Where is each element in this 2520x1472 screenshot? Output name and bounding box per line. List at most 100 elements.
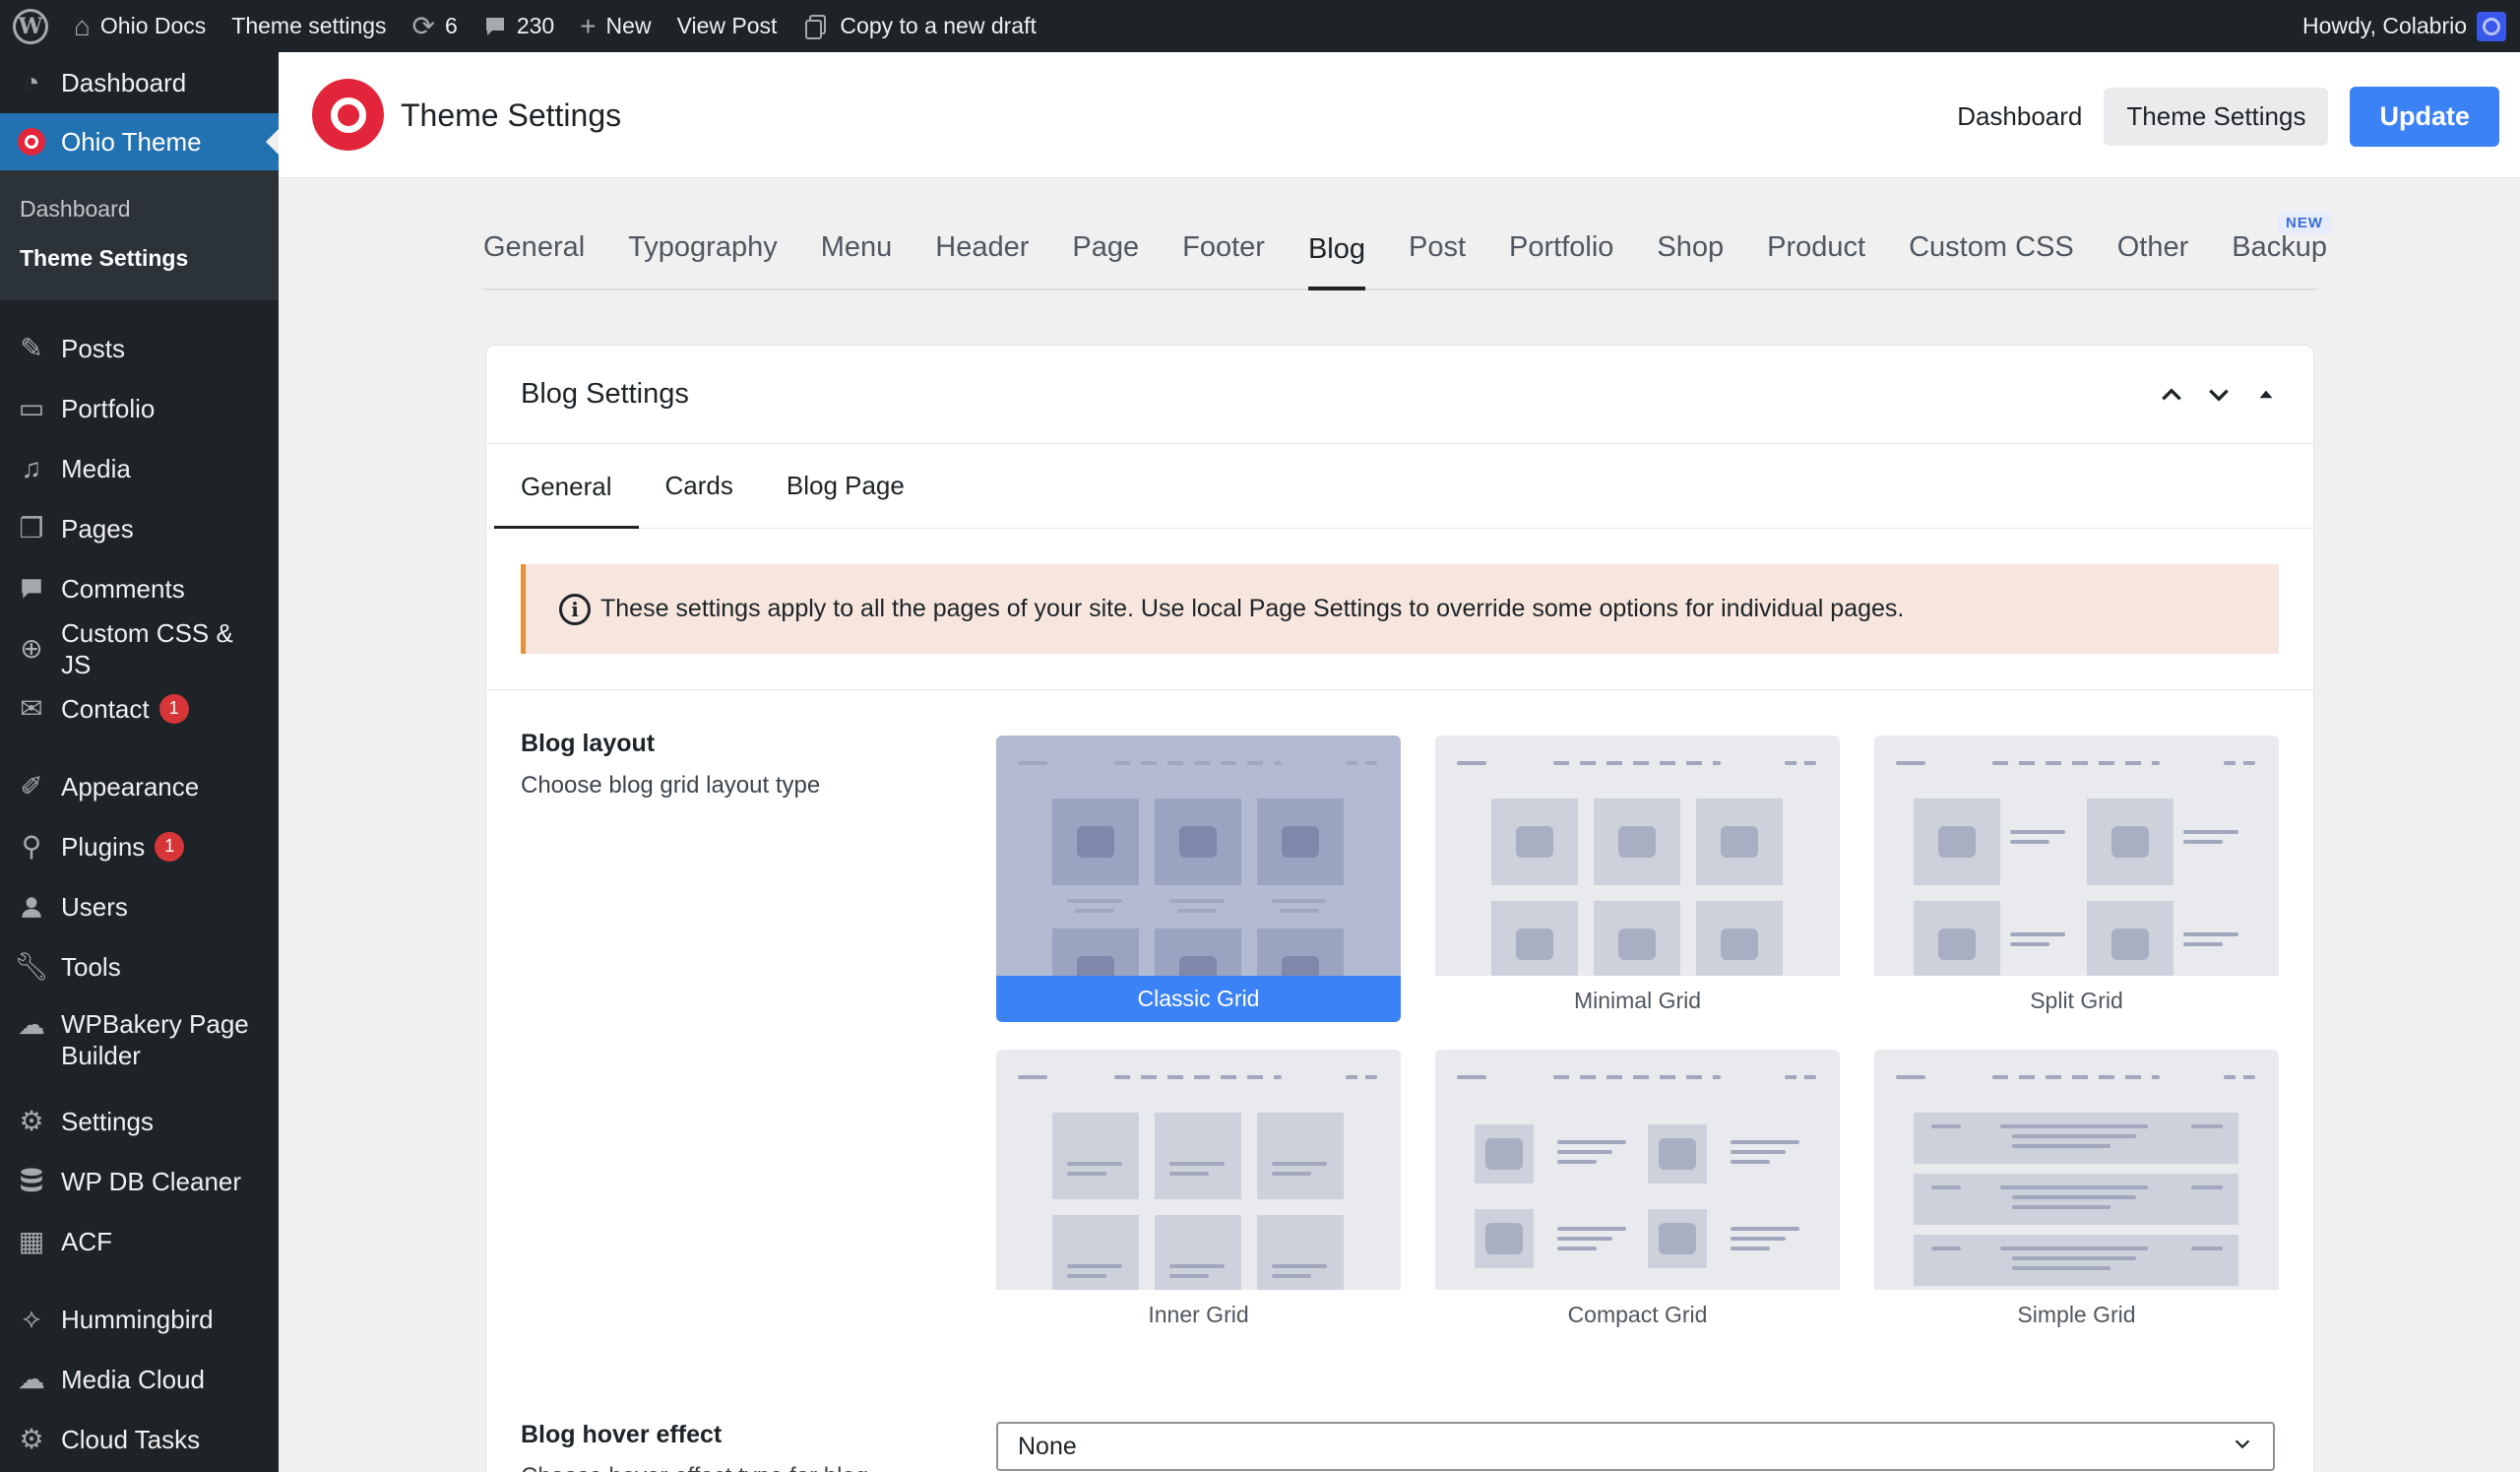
sidebar-item-media[interactable]: ♫ Media bbox=[0, 438, 279, 498]
select-value: None bbox=[1018, 1432, 1077, 1460]
layout-option-split-grid[interactable]: Split Grid bbox=[1874, 736, 2279, 1014]
layout-preview bbox=[1874, 1050, 2279, 1290]
comments-link[interactable]: 230 bbox=[471, 0, 567, 52]
settings-header: Theme Settings Dashboard Theme Settings … bbox=[279, 52, 2520, 178]
settings-icon: ⚙ bbox=[19, 1106, 44, 1136]
sidebar-item-wp-db-cleaner[interactable]: WP DB Cleaner bbox=[0, 1151, 279, 1211]
tab-custom-css[interactable]: Custom CSS bbox=[1909, 231, 2074, 288]
sidebar-item-hummingbird[interactable]: ⟡ Hummingbird bbox=[0, 1289, 279, 1349]
sidebar-item-comments[interactable]: Comments bbox=[0, 558, 279, 618]
header-nav: Dashboard Theme Settings Update bbox=[1957, 87, 2499, 147]
sidebar-item-wpbakery[interactable]: ☁ WPBakery Page Builder bbox=[0, 996, 279, 1091]
tab-post[interactable]: Post bbox=[1409, 231, 1466, 288]
sidebar-item-label: WP DB Cleaner bbox=[61, 1166, 242, 1196]
collapse-icon[interactable] bbox=[2253, 382, 2279, 408]
sidebar-item-cloud-tasks[interactable]: ⚙ Cloud Tasks bbox=[0, 1409, 279, 1469]
admin-bar: W ⌂ Ohio Docs Theme settings ⟳ 6 230 + N… bbox=[0, 0, 2520, 52]
comment-icon bbox=[483, 15, 507, 38]
tab-footer[interactable]: Footer bbox=[1182, 231, 1265, 288]
tab-header[interactable]: Header bbox=[935, 231, 1029, 288]
pages-icon: ❐ bbox=[19, 513, 44, 544]
tab-shop[interactable]: Shop bbox=[1657, 231, 1724, 288]
tab-backup[interactable]: Backup NEW bbox=[2232, 212, 2331, 288]
site-name-link[interactable]: ⌂ Ohio Docs bbox=[61, 0, 219, 52]
blog-hover-label: Blog hover effect bbox=[521, 1421, 723, 1448]
sidebar-item-label: Media bbox=[61, 453, 131, 483]
tab-blog[interactable]: Blog bbox=[1307, 233, 1365, 290]
tab-portfolio[interactable]: Portfolio bbox=[1509, 231, 1613, 288]
update-button[interactable]: Update bbox=[2350, 87, 2499, 147]
sidebar-item-portfolio[interactable]: ▭ Portfolio bbox=[0, 378, 279, 438]
layout-caption: Inner Grid bbox=[1148, 1302, 1249, 1327]
sidebar-item-acf[interactable]: ▦ ACF bbox=[0, 1211, 279, 1271]
move-up-icon[interactable] bbox=[2159, 382, 2184, 408]
layout-preview bbox=[996, 1050, 1401, 1290]
page-title: Theme Settings bbox=[401, 97, 622, 133]
layout-option-simple-grid[interactable]: Simple Grid bbox=[1874, 1050, 2279, 1328]
layout-preview bbox=[996, 736, 1401, 976]
submenu-item-theme-settings[interactable]: Theme Settings bbox=[0, 233, 279, 283]
sidebar-item-users[interactable]: Users bbox=[0, 876, 279, 936]
sidebar-item-label: Hummingbird bbox=[61, 1304, 214, 1334]
sidebar-item-posts[interactable]: ✎ Posts bbox=[0, 318, 279, 378]
tab-backup-label: Backup bbox=[2232, 231, 2327, 263]
layout-preview bbox=[1874, 736, 2279, 976]
new-label: New bbox=[605, 13, 652, 38]
ohio-logo-icon bbox=[14, 124, 49, 160]
updates-count: 6 bbox=[445, 13, 458, 38]
my-account-link[interactable]: Howdy, Colabrio bbox=[2290, 0, 2520, 52]
tab-page[interactable]: Page bbox=[1072, 231, 1139, 288]
header-dashboard-link[interactable]: Dashboard bbox=[1957, 88, 2082, 146]
subtab-blog-page[interactable]: Blog Page bbox=[760, 471, 931, 528]
tab-menu[interactable]: Menu bbox=[821, 231, 893, 288]
sidebar-item-ohio-theme[interactable]: Ohio Theme bbox=[0, 113, 279, 170]
view-post-link[interactable]: View Post bbox=[664, 0, 790, 52]
move-down-icon[interactable] bbox=[2206, 382, 2232, 408]
tab-other[interactable]: Other bbox=[2117, 231, 2189, 288]
layout-caption: Compact Grid bbox=[1567, 1302, 1708, 1327]
sidebar-item-label: Tools bbox=[61, 951, 121, 982]
sidebar-item-contact[interactable]: ✉ Contact 1 bbox=[0, 678, 279, 738]
sidebar-item-settings[interactable]: ⚙ Settings bbox=[0, 1091, 279, 1151]
wrench-icon: 🔧︎ bbox=[14, 951, 49, 982]
subtab-cards[interactable]: Cards bbox=[639, 471, 760, 528]
sidebar-item-label: ACF bbox=[61, 1226, 112, 1256]
sidebar-item-tools[interactable]: 🔧︎ Tools bbox=[0, 936, 279, 996]
sidebar-item-pages[interactable]: ❐ Pages bbox=[0, 498, 279, 558]
ohio-theme-submenu: Dashboard Theme Settings bbox=[0, 170, 279, 300]
tab-product[interactable]: Product bbox=[1767, 231, 1865, 288]
tab-general[interactable]: General bbox=[483, 231, 585, 288]
blog-hover-description: Choose hover effect type for blog bbox=[521, 1463, 868, 1472]
layout-caption: Split Grid bbox=[2030, 988, 2123, 1013]
new-content-link[interactable]: + New bbox=[567, 0, 663, 52]
updates-icon: ⟳ bbox=[411, 10, 436, 41]
copy-draft-link[interactable]: Copy to a new draft bbox=[789, 0, 1048, 52]
submenu-item-dashboard[interactable]: Dashboard bbox=[0, 184, 279, 233]
updates-link[interactable]: ⟳ 6 bbox=[400, 0, 471, 52]
layout-caption: Simple Grid bbox=[2017, 1302, 2136, 1327]
sidebar-item-plugins[interactable]: ⚲ Plugins 1 bbox=[0, 816, 279, 876]
subtab-general[interactable]: General bbox=[494, 472, 639, 529]
sidebar-item-media-cloud[interactable]: ☁ Media Cloud bbox=[0, 1349, 279, 1409]
theme-settings-link[interactable]: Theme settings bbox=[219, 0, 399, 52]
sidebar-item-appearance[interactable]: ✐ Appearance bbox=[0, 756, 279, 816]
avatar bbox=[2477, 11, 2506, 41]
admin-sidebar: ◔ Dashboard Ohio Theme Dashboard Theme S… bbox=[0, 52, 279, 1472]
cloud-icon: ☁ bbox=[18, 1364, 45, 1394]
blog-hover-select[interactable]: None bbox=[996, 1422, 2275, 1471]
wordpress-logo-menu[interactable]: W bbox=[0, 0, 61, 52]
header-theme-settings-button[interactable]: Theme Settings bbox=[2104, 88, 2329, 146]
media-icon: ♫ bbox=[21, 452, 42, 483]
layout-option-classic-grid[interactable]: Classic Grid bbox=[996, 736, 1401, 1022]
layout-option-inner-grid[interactable]: Inner Grid bbox=[996, 1050, 1401, 1328]
sidebar-item-custom-css-js[interactable]: ⊕ Custom CSS & JS bbox=[0, 618, 279, 679]
notice-text: These settings apply to all the pages of… bbox=[600, 595, 1905, 622]
sidebar-item-dashboard[interactable]: ◔ Dashboard bbox=[0, 52, 279, 113]
plus-circle-icon: ⊕ bbox=[20, 633, 43, 664]
blog-layout-label: Blog layout bbox=[521, 730, 656, 757]
tab-typography[interactable]: Typography bbox=[628, 231, 778, 288]
copy-icon bbox=[802, 13, 830, 40]
layout-option-minimal-grid[interactable]: Minimal Grid bbox=[1435, 736, 1840, 1014]
layout-option-compact-grid[interactable]: Compact Grid bbox=[1435, 1050, 1840, 1328]
copy-draft-label: Copy to a new draft bbox=[840, 13, 1037, 38]
